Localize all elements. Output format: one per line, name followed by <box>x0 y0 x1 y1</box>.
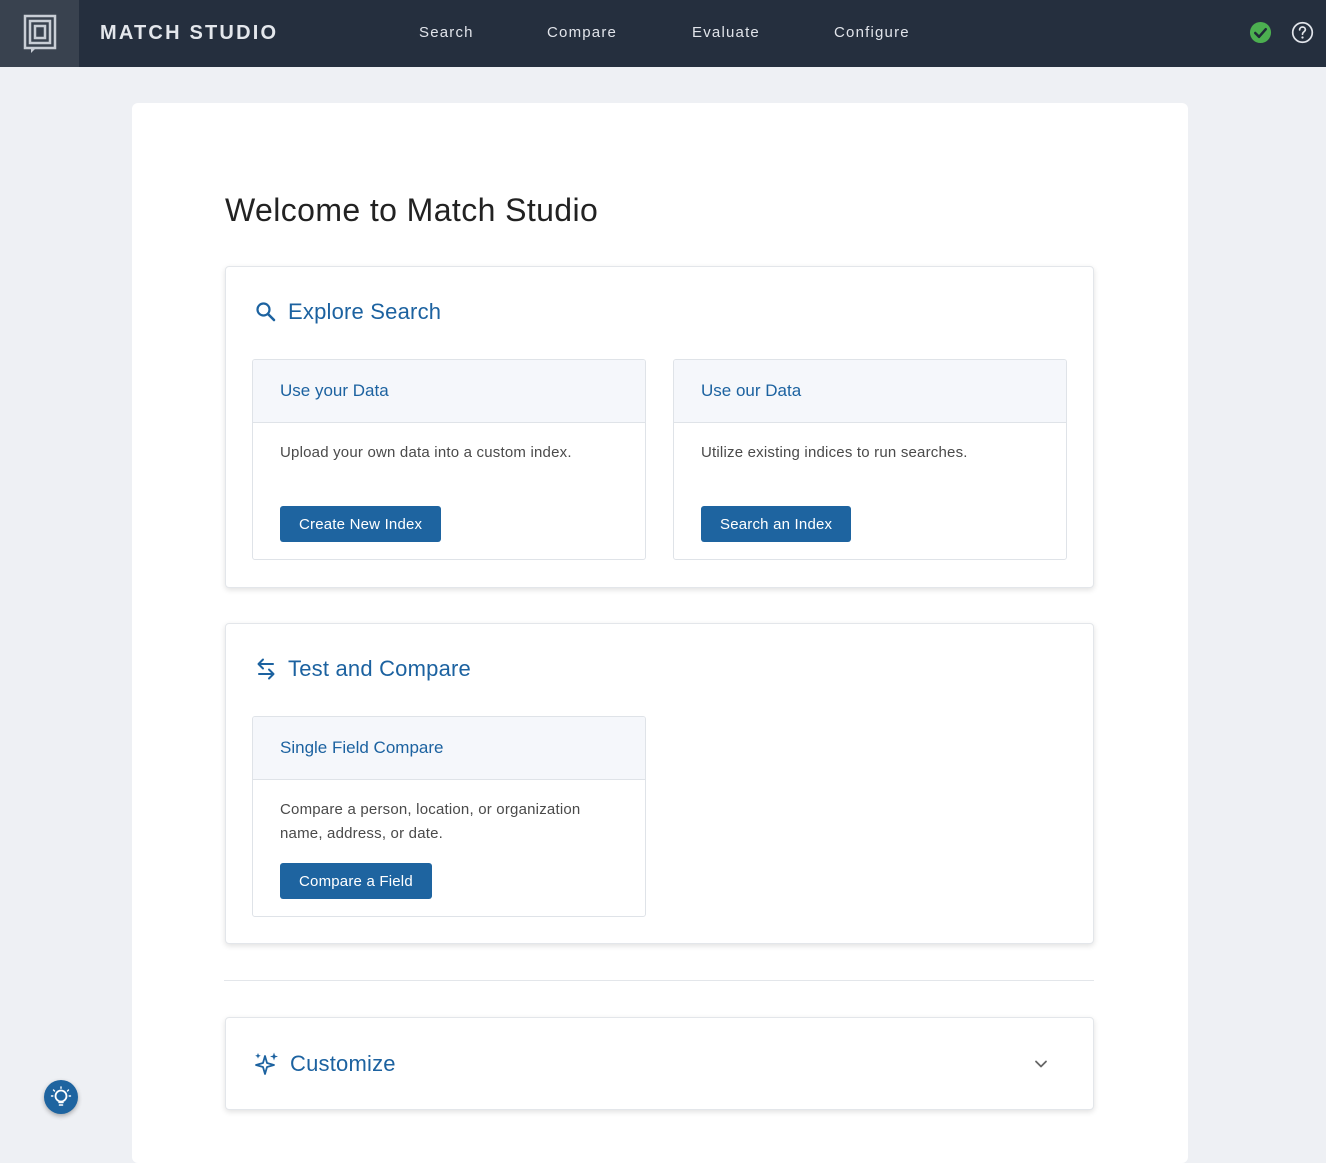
card-description: Utilize existing indices to run searches… <box>701 444 968 461</box>
logo-icon <box>23 14 56 53</box>
create-new-index-button[interactable]: Create New Index <box>280 506 442 542</box>
card-title: Use your Data <box>253 360 645 423</box>
app-title: MATCH STUDIO <box>100 22 279 44</box>
card-use-your-data: Use your Data Upload your own data into … <box>252 359 646 560</box>
card-description: Compare a person, location, or organizat… <box>280 801 581 842</box>
test-compare-header: Test and Compare <box>254 656 471 682</box>
card-title: Use our Data <box>674 360 1066 423</box>
card-single-field-compare: Single Field Compare Compare a person, l… <box>252 716 646 917</box>
nav-configure[interactable]: Configure <box>834 24 910 41</box>
section-title: Test and Compare <box>288 656 471 681</box>
compare-a-field-button[interactable]: Compare a Field <box>280 863 432 899</box>
search-icon <box>256 302 276 322</box>
nav-search[interactable]: Search <box>419 24 474 41</box>
test-compare-section: Test and Compare Single Field Compare Co… <box>225 623 1094 944</box>
card-use-our-data: Use our Data Utilize existing indices to… <box>673 359 1067 560</box>
explore-search-section: Explore Search Use your Data Upload your… <box>225 266 1094 588</box>
nav-evaluate[interactable]: Evaluate <box>692 24 760 41</box>
chevron-down-icon[interactable] <box>1033 1056 1049 1072</box>
swap-arrows-icon <box>257 658 275 680</box>
check-circle-icon <box>1249 21 1272 44</box>
divider <box>224 980 1094 981</box>
main-panel: Welcome to Match Studio Explore Search U… <box>132 103 1188 1163</box>
customize-section[interactable]: Customize <box>225 1017 1094 1110</box>
page-title: Welcome to Match Studio <box>225 192 599 228</box>
help-icon[interactable] <box>1291 21 1314 44</box>
section-title: Customize <box>290 1051 396 1076</box>
card-description: Upload your own data into a custom index… <box>280 444 572 461</box>
sparkles-icon <box>255 1052 278 1075</box>
customize-header: Customize <box>254 1051 396 1077</box>
search-an-index-button[interactable]: Search an Index <box>701 506 852 542</box>
explore-search-header: Explore Search <box>254 299 441 325</box>
lightbulb-icon <box>50 1086 72 1106</box>
card-title: Single Field Compare <box>253 717 645 780</box>
top-bar: MATCH STUDIO Search Compare Evaluate Con… <box>0 0 1326 67</box>
logo[interactable] <box>0 0 79 67</box>
nav-compare[interactable]: Compare <box>547 24 617 41</box>
tips-button[interactable] <box>44 1080 78 1114</box>
section-title: Explore Search <box>288 299 442 324</box>
